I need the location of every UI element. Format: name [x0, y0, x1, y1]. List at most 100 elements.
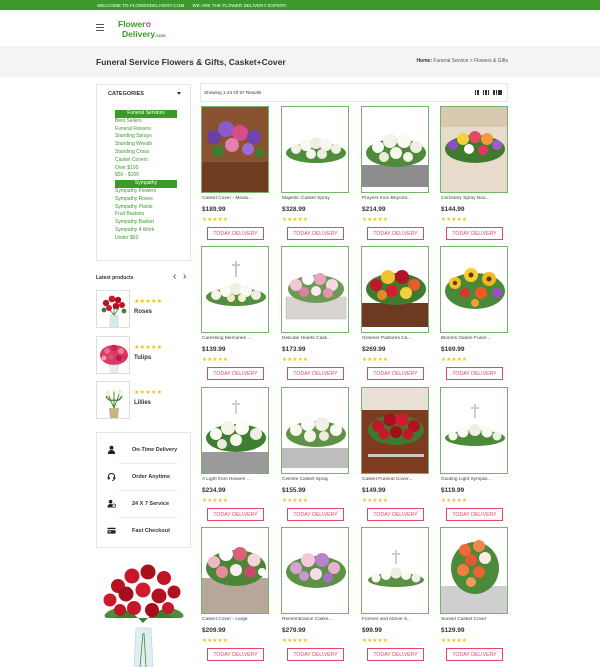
today-delivery-button[interactable]: TODAY DELIVERY	[446, 227, 503, 240]
grid-2-view-icon[interactable]	[474, 90, 479, 95]
product-name[interactable]: Guiding Light Sympat...	[441, 477, 507, 482]
product-image[interactable]	[201, 106, 269, 193]
product-image[interactable]	[201, 246, 269, 333]
category-item[interactable]: Funeral Flowers	[115, 126, 177, 134]
today-delivery-button[interactable]: TODAY DELIVERY	[446, 508, 503, 521]
product-card[interactable]: Cemetary Spray Bou... $144.99 ★★★★★ TODAY D…	[439, 106, 511, 251]
product-name[interactable]: Majestic Casket Spray	[282, 196, 348, 201]
product-name[interactable]: Greener Pastures Ca...	[362, 336, 428, 341]
product-card[interactable]: Blooms Galore Funer... $169.99 ★★★★★ TODAY …	[439, 246, 511, 391]
product-name[interactable]: Cemetary Spray Bou...	[441, 196, 507, 201]
today-delivery-button[interactable]: TODAY DELIVERY	[446, 367, 503, 380]
grid-3-view-icon[interactable]	[482, 90, 490, 95]
product-image[interactable]	[361, 246, 429, 333]
product-image[interactable]	[281, 387, 349, 474]
product-card[interactable]: Guiding Light Sympat... $119.99 ★★★★★ TODAY…	[439, 387, 511, 532]
today-delivery-button[interactable]: TODAY DELIVERY	[287, 367, 344, 380]
product-name[interactable]: Blooms Galore Funer...	[441, 336, 507, 341]
product-name[interactable]: Remembrance Caske...	[282, 617, 348, 622]
feature-24x7-service: 24 X 7 Service	[97, 490, 190, 517]
category-item[interactable]: Best Sellers	[115, 118, 177, 126]
caret-down-icon[interactable]	[177, 92, 181, 95]
today-delivery-button[interactable]: TODAY DELIVERY	[367, 508, 424, 521]
category-item[interactable]: Standing Cross	[115, 149, 177, 157]
product-name[interactable]: Celeste Casket Spray	[282, 477, 348, 482]
product-image[interactable]	[201, 527, 269, 614]
product-image[interactable]	[440, 246, 508, 333]
chevron-right-icon[interactable]: ›	[183, 272, 186, 282]
product-card[interactable]: Caressing Memories ... $139.99 ★★★★★ TODAY …	[200, 246, 272, 391]
site-logo[interactable]: Flower✿ Delivery.com	[118, 20, 166, 40]
product-card[interactable]: Delicate Hearts Cask... $173.99 ★★★★★ TODAY…	[280, 246, 352, 391]
menu-icon[interactable]	[96, 24, 104, 31]
today-delivery-button[interactable]: TODAY DELIVERY	[207, 227, 264, 240]
product-image[interactable]	[281, 246, 349, 333]
latest-item-tulips[interactable]: ★★★★★ Tulips	[96, 336, 191, 374]
category-item[interactable]: Over $100	[115, 165, 177, 173]
product-image[interactable]	[281, 106, 349, 193]
product-name[interactable]: Casket Cover - Large	[202, 617, 268, 622]
latest-item-name[interactable]: Roses	[134, 309, 152, 315]
product-name[interactable]: Sunset Casket Cover	[441, 617, 507, 622]
category-item[interactable]: Sympathy Roses	[115, 196, 177, 204]
category-item[interactable]: Sympathy 4 Work	[115, 227, 177, 235]
product-name[interactable]: Casket Funeral Cover...	[362, 477, 428, 482]
category-item[interactable]: Standing Wreath	[115, 141, 177, 149]
roses-thumbnail[interactable]	[96, 290, 130, 328]
today-delivery-button[interactable]: TODAY DELIVERY	[287, 227, 344, 240]
product-card[interactable]: Majestic Casket Spray $328.99 ★★★★★ TODAY D…	[280, 106, 352, 251]
product-card[interactable]: Casket Cover - Large $209.99 ★★★★★ TODAY DE…	[200, 527, 272, 667]
product-image[interactable]	[361, 387, 429, 474]
today-delivery-button[interactable]: TODAY DELIVERY	[207, 648, 264, 661]
product-card[interactable]: Casket Cover - Mediu... $189.99 ★★★★★ TODAY…	[200, 106, 272, 251]
category-item[interactable]: Casket Covers	[115, 157, 177, 165]
latest-item-roses[interactable]: ★★★★★ Roses	[96, 290, 191, 328]
grid-4-view-icon[interactable]	[493, 90, 502, 95]
product-card[interactable]: Greener Pastures Ca... $269.99 ★★★★★ TODAY …	[360, 246, 432, 391]
product-image[interactable]	[440, 106, 508, 193]
product-card[interactable]: Prayers from Beyond... $214.99 ★★★★★ TODAY …	[360, 106, 432, 251]
product-image[interactable]	[440, 527, 508, 614]
product-image[interactable]	[440, 387, 508, 474]
product-name[interactable]: Delicate Hearts Cask...	[282, 336, 348, 341]
category-item[interactable]: Funeral Services	[115, 110, 177, 118]
today-delivery-button[interactable]: TODAY DELIVERY	[207, 508, 264, 521]
product-name[interactable]: Prayers from Beyond...	[362, 196, 428, 201]
today-delivery-button[interactable]: TODAY DELIVERY	[367, 648, 424, 661]
product-card[interactable]: A Light from Heaven ... $234.99 ★★★★★ TODAY…	[200, 387, 272, 532]
today-delivery-button[interactable]: TODAY DELIVERY	[367, 227, 424, 240]
category-item[interactable]: Standing Sprays	[115, 133, 177, 141]
product-name[interactable]: Caressing Memories ...	[202, 336, 268, 341]
product-card[interactable]: Forever and Above S... $99.99 ★★★★★ TODAY D…	[360, 527, 432, 667]
product-image[interactable]	[281, 527, 349, 614]
today-delivery-button[interactable]: TODAY DELIVERY	[367, 367, 424, 380]
category-item[interactable]: Sympathy Basket	[115, 219, 177, 227]
product-card[interactable]: Sunset Casket Cover $129.99 ★★★★★ TODAY DEL…	[439, 527, 511, 667]
product-name[interactable]: Forever and Above S...	[362, 617, 428, 622]
product-image[interactable]	[361, 527, 429, 614]
today-delivery-button[interactable]: TODAY DELIVERY	[446, 648, 503, 661]
category-item[interactable]: Sympathy	[115, 180, 177, 188]
category-item[interactable]: Sympathy Plants	[115, 204, 177, 212]
category-item[interactable]: Under $50	[115, 235, 177, 243]
chevron-left-icon[interactable]: ‹	[173, 272, 176, 282]
latest-item-name[interactable]: Tulips	[134, 355, 151, 361]
breadcrumb-home[interactable]: Home:	[416, 58, 432, 64]
category-item[interactable]: Fruit Baskets	[115, 211, 177, 219]
product-image[interactable]	[201, 387, 269, 474]
latest-item-lillies[interactable]: ★★★★★ Lillies	[96, 381, 191, 419]
category-item[interactable]: Sympathy Flowers	[115, 188, 177, 196]
tulips-thumbnail[interactable]	[96, 336, 130, 374]
lillies-thumbnail[interactable]	[96, 381, 130, 419]
product-card[interactable]: Remembrance Caske... $279.99 ★★★★★ TODAY DE…	[280, 527, 352, 667]
today-delivery-button[interactable]: TODAY DELIVERY	[287, 648, 344, 661]
category-item[interactable]: $50 - $100	[115, 172, 177, 180]
today-delivery-button[interactable]: TODAY DELIVERY	[207, 367, 264, 380]
product-card[interactable]: Casket Funeral Cover... $149.99 ★★★★★ TODAY…	[360, 387, 432, 532]
latest-item-name[interactable]: Lillies	[134, 400, 151, 406]
product-name[interactable]: A Light from Heaven ...	[202, 477, 268, 482]
product-card[interactable]: Celeste Casket Spray $155.99 ★★★★★ TODAY DE…	[280, 387, 352, 532]
product-name[interactable]: Casket Cover - Mediu...	[202, 196, 268, 201]
product-image[interactable]	[361, 106, 429, 193]
today-delivery-button[interactable]: TODAY DELIVERY	[287, 508, 344, 521]
